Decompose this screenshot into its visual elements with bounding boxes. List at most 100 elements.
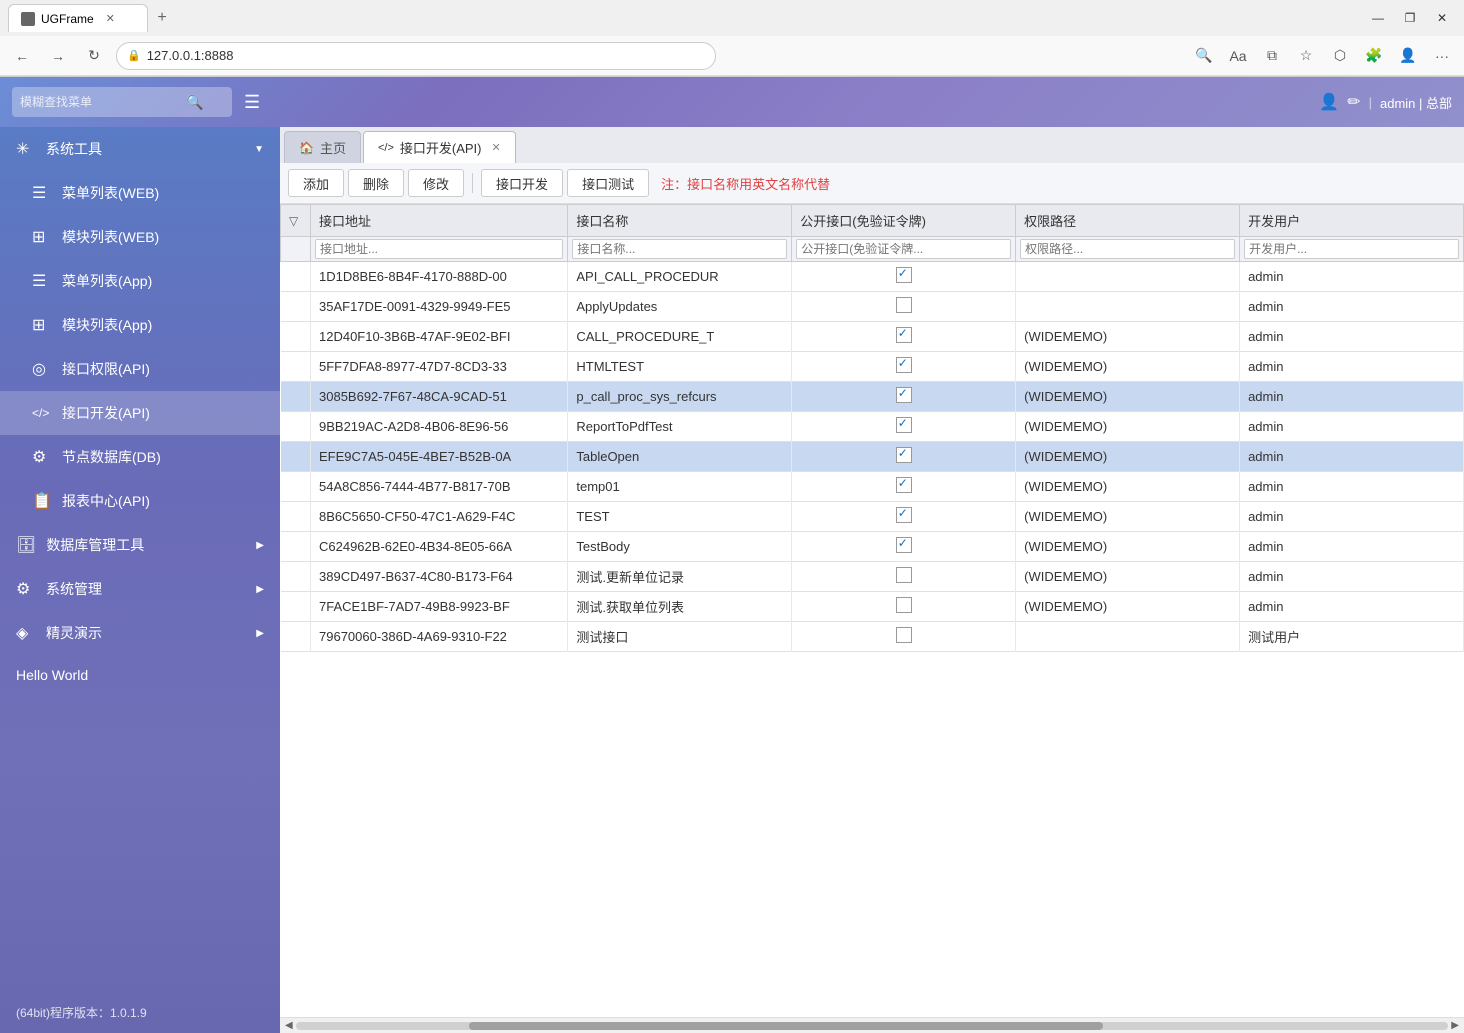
table-row[interactable]: 8B6C5650-CF50-47C1-A629-F4CTEST(WIDEMEMO… <box>281 502 1464 532</box>
checkbox-public[interactable] <box>896 567 912 583</box>
new-tab-button[interactable]: + <box>148 4 176 32</box>
browser-tab[interactable]: UGFrame ✕ <box>8 4 148 32</box>
sidebar-item-sys-mgmt[interactable]: ⚙ 系统管理 ▶ <box>0 567 280 611</box>
delete-button[interactable]: 删除 <box>348 169 404 197</box>
tab-api-dev[interactable]: </> 接口开发(API) ✕ <box>363 131 516 163</box>
table-row[interactable]: 1D1D8BE6-8B4F-4170-888D-00API_CALL_PROCE… <box>281 262 1464 292</box>
filter-cell-user[interactable] <box>1240 237 1464 262</box>
checkbox-public[interactable] <box>896 447 912 463</box>
sidebar-item-db-node[interactable]: ⚙ 节点数据库(DB) <box>0 435 280 479</box>
scrollbar-track[interactable] <box>296 1022 1449 1030</box>
cell-public[interactable] <box>792 352 1016 382</box>
cell-public[interactable] <box>792 262 1016 292</box>
cell-public[interactable] <box>792 562 1016 592</box>
checkbox-public[interactable] <box>896 537 912 553</box>
scrollbar-thumb[interactable] <box>469 1022 1103 1030</box>
filter-cell-public[interactable] <box>792 237 1016 262</box>
table-row[interactable]: 54A8C856-7444-4B77-B817-70Btemp01(WIDEME… <box>281 472 1464 502</box>
sidebar-item-sprite[interactable]: ◈ 精灵演示 ▶ <box>0 611 280 655</box>
sidebar-item-module-app[interactable]: ⊞ 模块列表(App) <box>0 303 280 347</box>
user-topbar-icon[interactable]: 👤 <box>1319 92 1339 112</box>
th-public[interactable]: 公开接口(免验证令牌) <box>792 205 1016 237</box>
search-button[interactable]: 🔍 <box>186 94 203 111</box>
cell-public[interactable] <box>792 322 1016 352</box>
sidebar-item-menu-web[interactable]: ☰ 菜单列表(WEB) <box>0 171 280 215</box>
profile-icon[interactable]: 👤 <box>1394 42 1422 70</box>
api-dev-button[interactable]: 接口开发 <box>481 169 563 197</box>
filter-perm-input[interactable] <box>1020 239 1235 259</box>
table-row[interactable]: 7FACE1BF-7AD7-49B8-9923-BF测试.获取单位列表(WIDE… <box>281 592 1464 622</box>
favorites-icon[interactable]: ☆ <box>1292 42 1320 70</box>
extensions-icon[interactable]: 🧩 <box>1360 42 1388 70</box>
menu-icon[interactable]: ··· <box>1428 42 1456 70</box>
cell-public[interactable] <box>792 382 1016 412</box>
checkbox-public[interactable] <box>896 417 912 433</box>
table-row[interactable]: 5FF7DFA8-8977-47D7-8CD3-33HTMLTEST(WIDEM… <box>281 352 1464 382</box>
cell-public[interactable] <box>792 592 1016 622</box>
close-button[interactable]: ✕ <box>1428 8 1456 28</box>
row-selector[interactable] <box>281 622 311 652</box>
sidebar-item-report[interactable]: 📋 报表中心(API) <box>0 479 280 523</box>
cell-public[interactable] <box>792 532 1016 562</box>
table-row[interactable]: 3085B692-7F67-48CA-9CAD-51p_call_proc_sy… <box>281 382 1464 412</box>
add-button[interactable]: 添加 <box>288 169 344 197</box>
sidebar-item-api-auth[interactable]: ◎ 接口权限(API) <box>0 347 280 391</box>
hamburger-button[interactable]: ☰ <box>244 92 260 113</box>
back-button[interactable]: ← <box>8 42 36 70</box>
row-selector[interactable] <box>281 262 311 292</box>
api-test-button[interactable]: 接口测试 <box>567 169 649 197</box>
sidebar-item-menu-app[interactable]: ☰ 菜单列表(App) <box>0 259 280 303</box>
sidebar-item-sys-tools[interactable]: ✳ 系统工具 ▼ <box>0 127 280 171</box>
address-bar[interactable]: 🔒 127.0.0.1:8888 <box>116 42 716 70</box>
row-selector[interactable] <box>281 532 311 562</box>
checkbox-public[interactable] <box>896 627 912 643</box>
tab-home[interactable]: 🏠 主页 <box>284 131 361 163</box>
filter-cell-name[interactable] <box>568 237 792 262</box>
cell-public[interactable] <box>792 412 1016 442</box>
tab-close-icon[interactable]: ✕ <box>492 141 501 154</box>
table-row[interactable]: 79670060-386D-4A69-9310-F22测试接口测试用户 <box>281 622 1464 652</box>
row-selector[interactable] <box>281 322 311 352</box>
sidebar-item-db-mgmt[interactable]: 🗄 数据库管理工具 ▶ <box>0 523 280 567</box>
row-selector[interactable] <box>281 292 311 322</box>
table-row[interactable]: 35AF17DE-0091-4329-9949-FE5ApplyUpdatesa… <box>281 292 1464 322</box>
sidebar-item-hello[interactable]: Hello World <box>0 655 280 695</box>
sidebar-item-module-web[interactable]: ⊞ 模块列表(WEB) <box>0 215 280 259</box>
cell-public[interactable] <box>792 442 1016 472</box>
scroll-left-arrow[interactable]: ◀ <box>282 1020 296 1031</box>
table-row[interactable]: C624962B-62E0-4B34-8E05-66ATestBody(WIDE… <box>281 532 1464 562</box>
reload-button[interactable]: ↻ <box>80 42 108 70</box>
row-selector[interactable] <box>281 382 311 412</box>
table-row[interactable]: 9BB219AC-A2D8-4B06-8E96-56ReportToPdfTes… <box>281 412 1464 442</box>
row-selector[interactable] <box>281 562 311 592</box>
th-name[interactable]: 接口名称 <box>568 205 792 237</box>
checkbox-public[interactable] <box>896 327 912 343</box>
table-row[interactable]: 389CD497-B637-4C80-B173-F64测试.更新单位记录(WID… <box>281 562 1464 592</box>
row-selector[interactable] <box>281 352 311 382</box>
th-perm[interactable]: 权限路径 <box>1016 205 1240 237</box>
row-selector[interactable] <box>281 472 311 502</box>
row-selector[interactable] <box>281 592 311 622</box>
edit-button[interactable]: 修改 <box>408 169 464 197</box>
scroll-right-arrow[interactable]: ▶ <box>1448 1020 1462 1031</box>
row-selector[interactable] <box>281 442 311 472</box>
row-selector[interactable] <box>281 502 311 532</box>
th-user[interactable]: 开发用户 <box>1240 205 1464 237</box>
split-view-icon[interactable]: ⧉ <box>1258 42 1286 70</box>
checkbox-public[interactable] <box>896 597 912 613</box>
filter-user-input[interactable] <box>1244 239 1459 259</box>
table-wrapper[interactable]: ▽ 接口地址 接口名称 公开接口(免验证令牌) 权限路径 开发用户 <box>280 204 1464 1017</box>
horizontal-scrollbar[interactable]: ◀ ▶ <box>280 1017 1464 1033</box>
filter-public-input[interactable] <box>796 239 1011 259</box>
cell-public[interactable] <box>792 502 1016 532</box>
checkbox-public[interactable] <box>896 387 912 403</box>
table-row[interactable]: 12D40F10-3B6B-47AF-9E02-BFICALL_PROCEDUR… <box>281 322 1464 352</box>
table-row[interactable]: EFE9C7A5-045E-4BE7-B52B-0ATableOpen(WIDE… <box>281 442 1464 472</box>
filter-cell-address[interactable] <box>311 237 568 262</box>
checkbox-public[interactable] <box>896 477 912 493</box>
edit-topbar-icon[interactable]: ✏ <box>1347 92 1360 112</box>
checkbox-public[interactable] <box>896 297 912 313</box>
sidebar-item-api-dev[interactable]: </> 接口开发(API) <box>0 391 280 435</box>
th-address[interactable]: 接口地址 <box>311 205 568 237</box>
cell-public[interactable] <box>792 622 1016 652</box>
